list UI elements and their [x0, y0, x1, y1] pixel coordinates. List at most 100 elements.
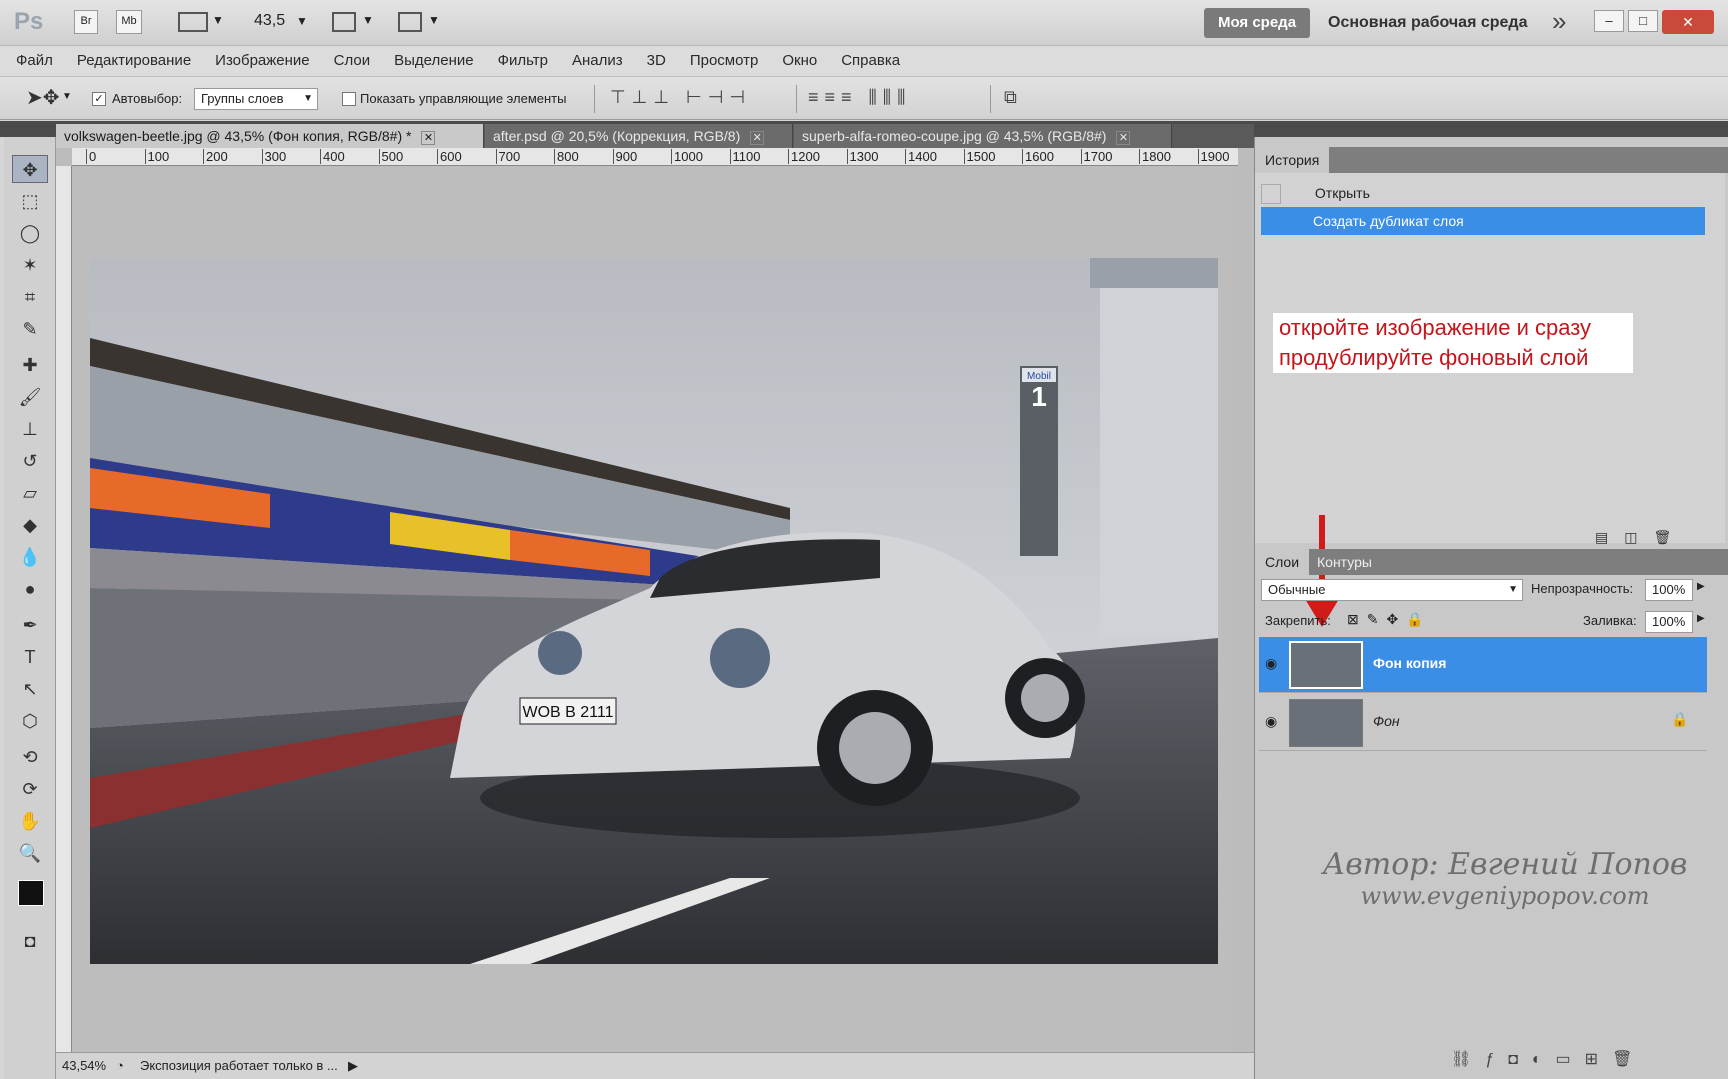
eye-icon[interactable]: ◉: [1265, 713, 1277, 730]
path-select-icon[interactable]: ↖: [12, 675, 48, 703]
tab-alfa-romeo[interactable]: superb-alfa-romeo-coupe.jpg @ 43,5% (RGB…: [794, 124, 1172, 148]
mini-bridge-button[interactable]: Mb: [116, 10, 142, 34]
menu-item[interactable]: Анализ: [560, 46, 635, 76]
brush-tool-icon[interactable]: 🖌: [12, 383, 48, 411]
move-tool-icon[interactable]: ➤✥: [26, 85, 60, 110]
menu-item[interactable]: Просмотр: [678, 46, 771, 76]
vertical-ruler: [56, 166, 72, 1064]
marquee-tool-icon[interactable]: ⬚: [12, 187, 48, 215]
tab-volkswagen[interactable]: volkswagen-beetle.jpg @ 43,5% (Фон копия…: [56, 124, 484, 148]
show-controls-checkbox[interactable]: [342, 92, 356, 106]
menu-item[interactable]: Слои: [322, 46, 382, 76]
history-item-label: Создать дубликат слоя: [1313, 213, 1464, 229]
type-tool-icon[interactable]: T: [12, 643, 48, 671]
workspace-more-icon[interactable]: »: [1552, 6, 1566, 37]
move-tool-icon[interactable]: ✥: [12, 155, 48, 183]
history-footer-icons[interactable]: ▤◫🗑: [1595, 529, 1687, 546]
tab-after[interactable]: after.psd @ 20,5% (Коррекция, RGB/8) ✕: [485, 124, 793, 148]
history-item-selected[interactable]: Создать дубликат слоя: [1261, 207, 1705, 235]
close-icon[interactable]: ✕: [750, 131, 765, 145]
lasso-tool-icon[interactable]: ◯: [12, 219, 48, 247]
menu-item[interactable]: Выделение: [382, 46, 485, 76]
autoselect-select[interactable]: Группы слоев ▼: [194, 88, 318, 110]
blend-mode-select[interactable]: Обычные ▼: [1261, 579, 1523, 601]
ruler-tick-label: 1300: [846, 149, 878, 164]
layer-row[interactable]: ◉ Фон 🔒: [1259, 695, 1707, 751]
close-button[interactable]: ✕: [1662, 10, 1714, 34]
menu-item[interactable]: Фильтр: [486, 46, 560, 76]
layers-footer-icons[interactable]: ⛓ƒ◘◐▭⊞🗑: [1451, 1049, 1646, 1069]
ruler-tick-label: 100: [144, 149, 169, 164]
menu-item[interactable]: Файл: [0, 46, 65, 76]
menu-item[interactable]: Редактирование: [65, 46, 203, 76]
ruler-tick-label: 1900: [1197, 149, 1229, 164]
auto-align-icon[interactable]: ⧉: [1004, 87, 1017, 108]
ruler-tick-label: 1500: [963, 149, 995, 164]
lock-icons[interactable]: ⊠✎✥🔒: [1347, 611, 1432, 628]
eyedropper-icon[interactable]: ✎: [12, 315, 48, 343]
dodge-tool-icon[interactable]: ●: [12, 575, 48, 603]
history-brush-icon[interactable]: ↺: [12, 447, 48, 475]
view-extras-icon[interactable]: [178, 12, 208, 32]
chevron-down-icon[interactable]: ▼: [62, 91, 72, 102]
maximize-button[interactable]: □: [1628, 10, 1658, 32]
menu-item[interactable]: Справка: [829, 46, 912, 76]
autoselect-value: Группы слоев: [201, 91, 284, 106]
workspace-button[interactable]: Моя среда: [1204, 8, 1310, 38]
snapshot-checkbox[interactable]: [1261, 184, 1281, 205]
annotation-line-2: продублируйте фоновый слой: [1279, 345, 1589, 370]
document-image[interactable]: Mobil 1 WOB B 2111: [90, 258, 1218, 964]
foreground-color-swatch[interactable]: [18, 880, 44, 906]
tab-paths[interactable]: Контуры: [1307, 549, 1382, 575]
pen-tool-icon[interactable]: ✒: [12, 611, 48, 639]
tab-history[interactable]: История: [1255, 147, 1330, 173]
menu-item[interactable]: 3D: [635, 46, 678, 76]
minimize-button[interactable]: –: [1594, 10, 1624, 32]
ruler-tick-label: 700: [495, 149, 520, 164]
close-icon[interactable]: ✕: [1116, 131, 1131, 145]
menu-item[interactable]: Изображение: [203, 46, 322, 76]
blur-tool-icon[interactable]: 💧: [12, 543, 48, 571]
autoselect-checkbox[interactable]: ✓: [92, 92, 106, 106]
chevron-down-icon[interactable]: ▼: [212, 13, 224, 27]
3d-orbit-icon[interactable]: ⟳: [12, 775, 48, 803]
healing-brush-icon[interactable]: ✚: [12, 351, 48, 379]
clone-stamp-icon[interactable]: ⊥: [12, 415, 48, 443]
zoom-readout[interactable]: 43,54%: [62, 1053, 106, 1078]
status-icon: ◔: [116, 1058, 124, 1073]
distribute-icons[interactable]: ≡≡≡ ⫼⫼⫼: [808, 87, 911, 108]
menu-bar: Файл Редактирование Изображение Слои Выделен…: [0, 46, 1728, 76]
zoom-dropdown-icon[interactable]: ▼: [296, 14, 308, 28]
paint-bucket-icon[interactable]: ◆: [12, 511, 48, 539]
ruler-tick-label: 800: [554, 149, 579, 164]
ruler-tick-label: 1200: [788, 149, 820, 164]
workspace-label[interactable]: Основная рабочая среда: [1328, 14, 1527, 32]
zoom-tool-icon[interactable]: 🔍: [12, 839, 48, 867]
layer-row-selected[interactable]: ◉ Фон копия: [1259, 637, 1707, 693]
eraser-tool-icon[interactable]: ▱: [12, 479, 48, 507]
crop-tool-icon[interactable]: ⌗: [12, 283, 48, 311]
hand-tool-icon[interactable]: ✋: [12, 807, 48, 835]
zoom-level[interactable]: 43,5: [254, 12, 285, 30]
menu-item[interactable]: Окно: [770, 46, 829, 76]
eye-icon[interactable]: ◉: [1265, 655, 1277, 672]
status-message[interactable]: Экспозиция работает только в ...: [140, 1053, 338, 1078]
arrange-documents-icon[interactable]: [332, 12, 356, 32]
shape-tool-icon[interactable]: ⬡: [12, 707, 48, 735]
opacity-field[interactable]: 100%: [1645, 579, 1693, 601]
align-icons[interactable]: ⊤⊥⊥ ⊢⊣⊣: [610, 87, 751, 108]
chevron-down-icon[interactable]: ▼: [362, 13, 374, 27]
chevron-down-icon[interactable]: ▼: [428, 13, 440, 27]
status-menu-icon[interactable]: ▶: [348, 1053, 358, 1078]
quick-mask-icon[interactable]: ◘: [12, 927, 48, 955]
opacity-arrow-icon[interactable]: ▶: [1697, 581, 1705, 592]
screen-mode-icon[interactable]: [398, 12, 422, 32]
magic-wand-icon[interactable]: ✶: [12, 251, 48, 279]
3d-rotate-icon[interactable]: ⟲: [12, 743, 48, 771]
bridge-button[interactable]: Br: [74, 10, 98, 34]
fill-arrow-icon[interactable]: ▶: [1697, 613, 1705, 624]
history-item[interactable]: Открыть: [1261, 179, 1705, 207]
tab-layers[interactable]: Слои: [1255, 549, 1310, 575]
close-icon[interactable]: ✕: [421, 131, 436, 145]
fill-field[interactable]: 100%: [1645, 611, 1693, 633]
